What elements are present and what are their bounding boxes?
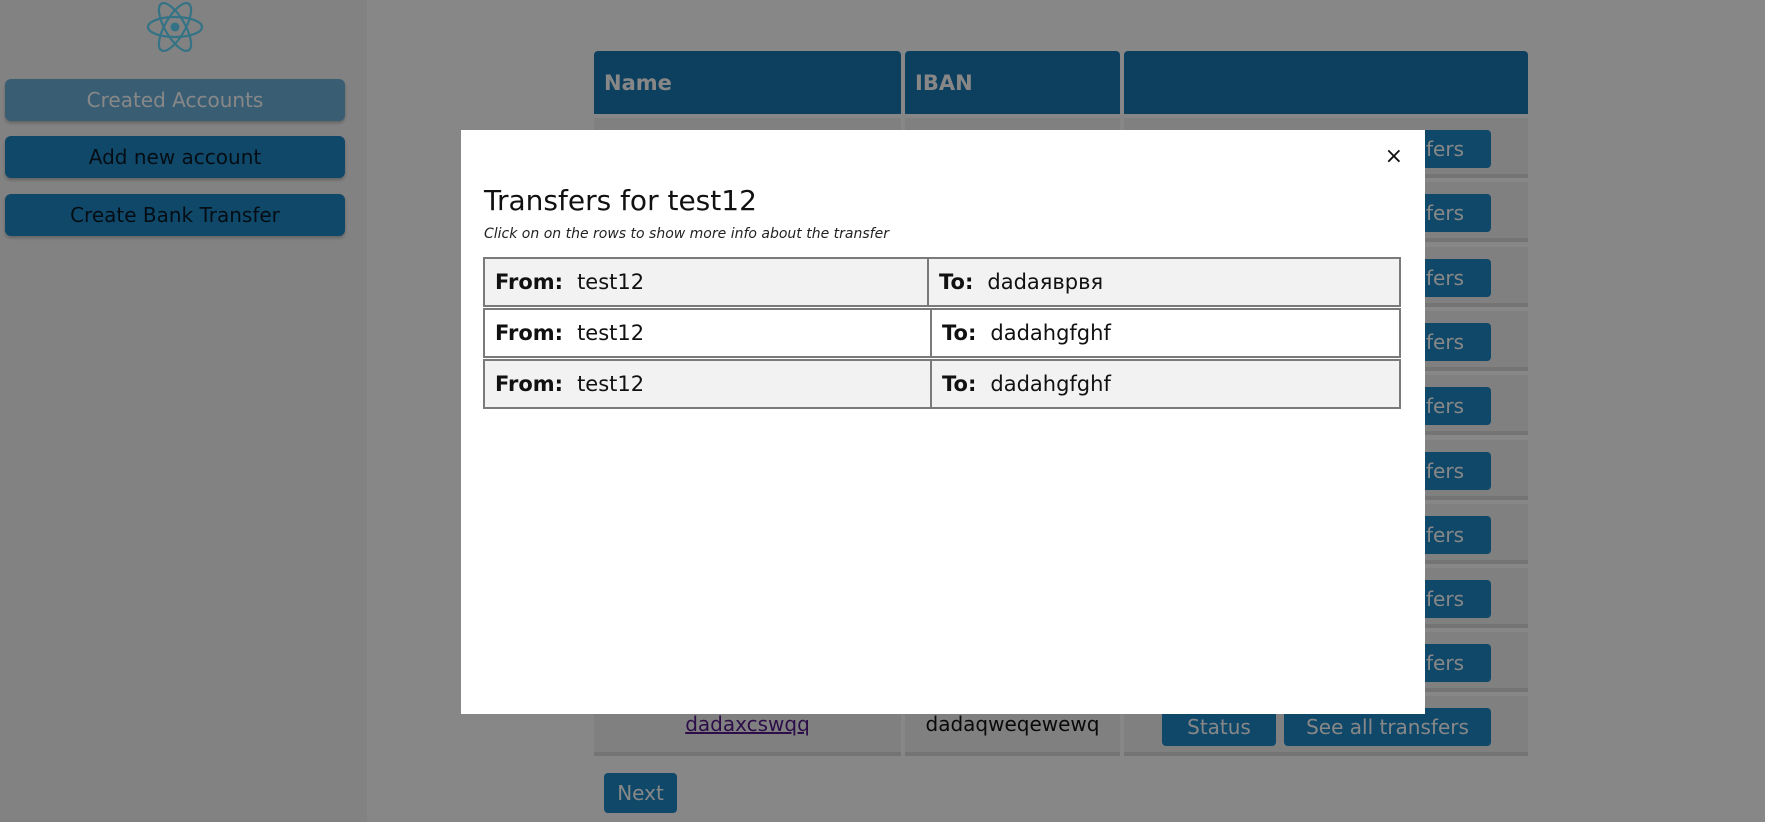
transfer-row[interactable]: From: test12 To: dadaяврвя xyxy=(483,257,1401,307)
to-value: dadahgfghf xyxy=(990,321,1111,345)
to-value: dadahgfghf xyxy=(990,372,1111,396)
from-value: test12 xyxy=(577,270,645,294)
transfer-to-cell: To: dadaяврвя xyxy=(929,259,1399,305)
to-label: To: xyxy=(942,372,977,396)
transfer-row[interactable]: From: test12 To: dadahgfghf xyxy=(483,359,1401,409)
from-label: From: xyxy=(495,270,564,294)
from-label: From: xyxy=(495,372,564,396)
modal-title: Transfers for test12 xyxy=(484,184,757,217)
to-label: To: xyxy=(939,270,974,294)
transfer-from-cell: From: test12 xyxy=(485,259,929,305)
close-icon[interactable]: × xyxy=(1385,146,1403,168)
to-label: To: xyxy=(942,321,977,345)
transfer-from-cell: From: test12 xyxy=(485,310,932,356)
transfer-to-cell: To: dadahgfghf xyxy=(932,310,1399,356)
from-value: test12 xyxy=(577,321,645,345)
transfer-from-cell: From: test12 xyxy=(485,361,932,407)
transfer-row[interactable]: From: test12 To: dadahgfghf xyxy=(483,308,1401,358)
transfers-modal: × Transfers for test12 Click on on the r… xyxy=(461,130,1425,714)
to-value: dadaяврвя xyxy=(987,270,1104,294)
modal-subtitle: Click on on the rows to show more info a… xyxy=(484,226,889,242)
from-value: test12 xyxy=(577,372,645,396)
transfer-to-cell: To: dadahgfghf xyxy=(932,361,1399,407)
from-label: From: xyxy=(495,321,564,345)
